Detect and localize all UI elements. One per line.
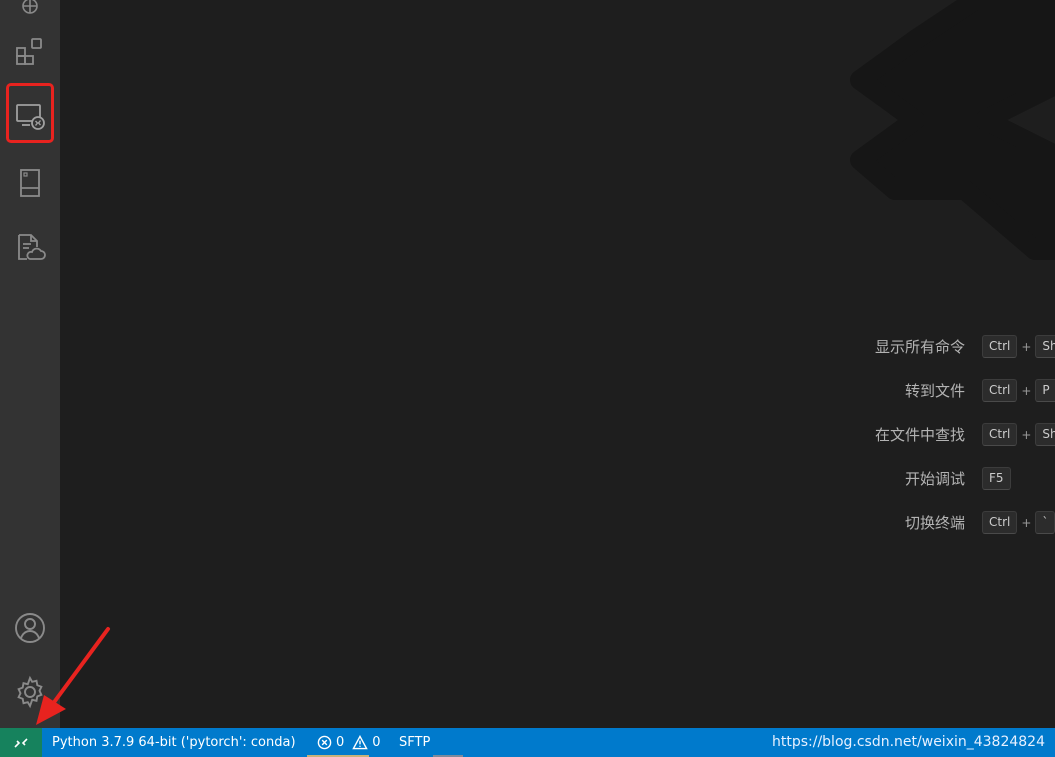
shortcut-keys: Ctrl + P — [982, 379, 1055, 402]
watermark-url: https://blog.csdn.net/weixin_43824824 — [771, 734, 1045, 750]
remote-explorer-icon[interactable] — [0, 91, 60, 143]
problems-indicator[interactable]: 0 0 — [317, 728, 381, 757]
shortcut-go-to-file[interactable]: 转到文件 Ctrl + P — [60, 377, 1055, 405]
remote-connection-button[interactable] — [0, 728, 42, 757]
vscode-window: 显示所有命令 Ctrl + Sh 转到文件 Ctrl + P 在文件中查找 Ct… — [0, 0, 1055, 757]
shortcut-keys: F5 — [982, 467, 1011, 490]
shortcut-find-in-files[interactable]: 在文件中查找 Ctrl + Sh — [60, 421, 1055, 449]
key: Sh — [1035, 423, 1055, 446]
editor-area: 显示所有命令 Ctrl + Sh 转到文件 Ctrl + P 在文件中查找 Ct… — [60, 0, 1055, 728]
shortcut-label: 开始调试 — [904, 470, 965, 488]
shortcut-toggle-terminal[interactable]: 切换终端 Ctrl + ` — [60, 509, 1055, 537]
shortcut-keys: Ctrl + ` — [982, 511, 1055, 534]
shortcut-start-debugging[interactable]: 开始调试 F5 — [60, 465, 1055, 493]
shortcut-show-all-commands[interactable]: 显示所有命令 Ctrl + Sh — [60, 333, 1055, 361]
key: ` — [1035, 511, 1055, 534]
vscode-logo-watermark-icon — [850, 0, 1055, 260]
key: F5 — [982, 467, 1011, 490]
plus: + — [1021, 515, 1032, 530]
shortcut-keys: Ctrl + Sh — [982, 423, 1055, 446]
key: P — [1035, 379, 1055, 402]
plus: + — [1021, 427, 1032, 442]
plus: + — [1021, 339, 1032, 354]
warning-count: 0 — [372, 735, 381, 750]
python-interpreter[interactable]: Python 3.7.9 64-bit ('pytorch': conda) — [52, 728, 296, 757]
activity-bar — [0, 0, 60, 728]
shortcut-label: 切换终端 — [904, 514, 965, 532]
remote-connection-icon — [14, 737, 28, 748]
book-icon[interactable] — [0, 157, 60, 209]
extensions-icon[interactable] — [0, 26, 60, 78]
shortcut-label: 显示所有命令 — [874, 338, 965, 356]
shortcut-label: 转到文件 — [904, 382, 965, 400]
error-icon — [317, 735, 332, 750]
status-bar: Python 3.7.9 64-bit ('pytorch': conda) 0… — [0, 728, 1055, 757]
cloud-file-icon[interactable] — [0, 222, 60, 274]
annotation-arrow-icon — [36, 627, 110, 725]
error-count: 0 — [336, 735, 345, 750]
sftp-status[interactable]: SFTP — [399, 728, 430, 757]
shortcut-keys: Ctrl + Sh — [982, 335, 1055, 358]
key: Ctrl — [982, 379, 1018, 402]
key: Ctrl — [982, 335, 1018, 358]
plus: + — [1021, 383, 1032, 398]
key: Ctrl — [982, 511, 1018, 534]
warning-icon — [352, 735, 369, 750]
key: Sh — [1035, 335, 1055, 358]
key: Ctrl — [982, 423, 1018, 446]
shortcut-label: 在文件中查找 — [874, 426, 965, 444]
